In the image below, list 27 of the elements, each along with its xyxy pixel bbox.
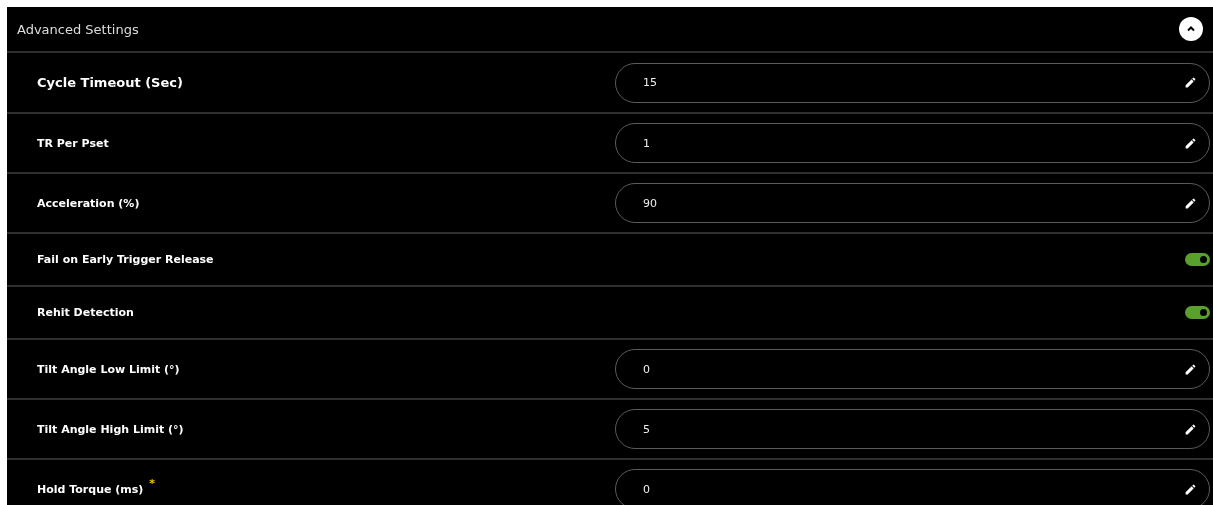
setting-label: Hold Torque (ms) — [37, 482, 144, 496]
setting-label: Cycle Timeout (Sec) — [37, 75, 183, 90]
setting-label: Tilt Angle High Limit (°) — [37, 422, 184, 436]
setting-label: Acceleration (%) — [37, 196, 140, 210]
field-value: 0 — [643, 482, 650, 496]
panel-title: Advanced Settings — [17, 21, 139, 37]
pencil-icon[interactable] — [1184, 422, 1197, 436]
toggle-switch[interactable] — [1185, 253, 1210, 266]
pencil-icon[interactable] — [1184, 136, 1197, 150]
setting-label: TR Per Pset — [37, 136, 109, 150]
toggle-switch[interactable] — [1185, 306, 1210, 319]
pencil-icon[interactable] — [1184, 76, 1197, 89]
field-value: 15 — [643, 76, 657, 89]
panel-header[interactable]: Advanced Settings — [7, 7, 1213, 53]
field-value: 0 — [643, 362, 650, 376]
setting-label: Rehit Detection — [37, 306, 134, 319]
setting-label: Tilt Angle Low Limit (°) — [37, 362, 180, 376]
collapse-button[interactable] — [1179, 17, 1203, 41]
pencil-icon[interactable] — [1184, 362, 1197, 376]
field-value: 90 — [643, 196, 657, 210]
pencil-icon[interactable] — [1184, 482, 1197, 496]
pencil-icon[interactable] — [1184, 196, 1197, 210]
chevron-up-icon — [1186, 24, 1196, 34]
setting-label: Fail on Early Trigger Release — [37, 253, 214, 266]
field-value: 1 — [643, 136, 650, 150]
field-value: 5 — [643, 422, 650, 436]
required-mark: * — [149, 476, 156, 490]
